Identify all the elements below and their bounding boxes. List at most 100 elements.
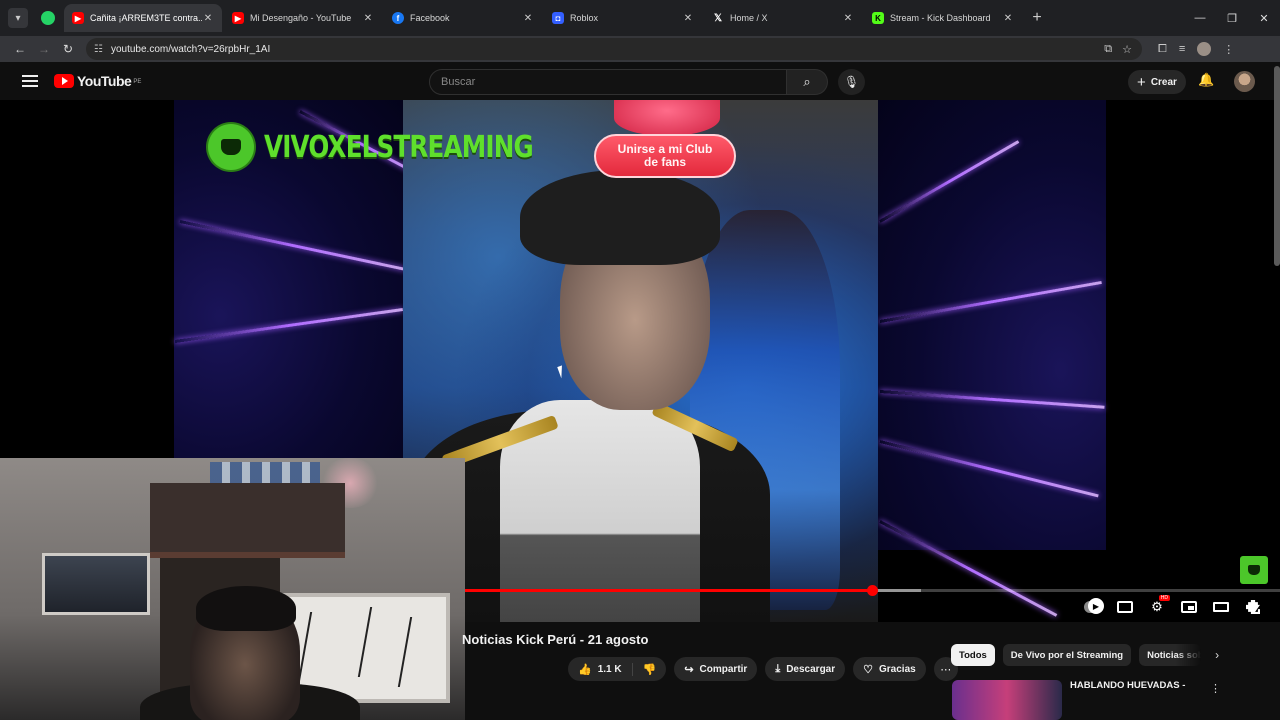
fanclub-mascot [614, 100, 720, 136]
share-button[interactable]: ↪ Compartir [674, 657, 758, 681]
like-dislike-group: 👍 1.1 K 👎 [568, 657, 667, 681]
install-app-icon[interactable]: ⧉ [1104, 43, 1112, 56]
download-icon: ⤓ [775, 662, 781, 675]
tab-close-icon[interactable]: ✕ [1002, 13, 1014, 24]
back-arrow-icon[interactable]: ← [8, 42, 32, 56]
webcam-person-hair [196, 586, 296, 631]
search-input[interactable]: Buscar [429, 69, 787, 95]
chip-noticias[interactable]: Noticias sobre [1139, 644, 1202, 666]
settings-button[interactable]: ⚙ HD [1148, 595, 1170, 616]
streamer-cap [520, 170, 720, 265]
chip-todos[interactable]: Todos [951, 644, 995, 666]
tab-roblox[interactable]: ◘ Roblox ✕ [544, 4, 702, 32]
webcam-shelf [150, 483, 345, 558]
browser-tab-strip: ▾ ▶ Cañita ¡ARREM3TE contra... ✕ ▶ Mi De… [0, 0, 1280, 36]
brand-plant-icon [208, 124, 254, 170]
create-label: Crear [1150, 76, 1177, 88]
whatsapp-icon [41, 11, 55, 25]
thumbs-down-icon: 👎 [642, 663, 657, 676]
autoplay-toggle[interactable] [1084, 598, 1104, 616]
roblox-favicon-icon: ◘ [552, 12, 564, 24]
download-label: Descargar [786, 663, 836, 675]
media-controls-icon[interactable]: ≡ [1179, 43, 1185, 55]
reload-icon[interactable]: ↻ [56, 42, 80, 56]
browser-menu-icon[interactable]: ⋮ [1223, 43, 1234, 56]
channel-brand-overlay: VIVOXELSTREAMING [208, 124, 592, 170]
youtube-favicon-icon: ▶ [232, 12, 244, 24]
facebook-favicon-icon: f [392, 12, 404, 24]
youtube-logo[interactable]: YouTube PE [54, 73, 141, 89]
page-scrollbar[interactable] [1274, 66, 1280, 266]
super-thanks-icon: ♡ [863, 663, 873, 676]
recommended-video[interactable]: HABLANDO HUEVADAS - [952, 680, 1185, 720]
profile-avatar[interactable] [1197, 42, 1212, 56]
webcam-window [42, 553, 150, 615]
youtube-masthead: YouTube PE Buscar ⌕ 🎙 + Crear 🔔 [0, 62, 1280, 100]
thanks-label: Gracias [879, 663, 916, 675]
share-arrow-icon: ↪ [684, 663, 694, 676]
url-text: youtube.com/watch?v=26rpbHr_1AI [110, 43, 271, 55]
brand-text: VIVOXELSTREAMING [264, 129, 534, 165]
thanks-button[interactable]: ♡ Gracias [853, 657, 926, 681]
recommended-title[interactable]: HABLANDO HUEVADAS - [1070, 680, 1185, 720]
youtube-play-icon [54, 74, 74, 88]
tab-title: Stream - Kick Dashboard [890, 13, 991, 23]
dislike-button[interactable]: 👎 [633, 663, 667, 676]
scrubber-handle[interactable] [867, 585, 878, 596]
x-favicon-icon: 𝕏 [713, 12, 723, 24]
bookmark-star-icon[interactable]: ☆ [1122, 43, 1132, 56]
chip-de-vivo[interactable]: De Vivo por el Streaming [1002, 644, 1132, 666]
tab-title: Home / X [730, 13, 768, 23]
progress-bar[interactable] [464, 585, 1280, 596]
tab-close-icon[interactable]: ✕ [842, 13, 854, 24]
url-bar[interactable]: ☷ youtube.com/watch?v=26rpbHr_1AI ⧉ ☆ [86, 38, 1142, 60]
notifications-bell-icon[interactable]: 🔔 [1198, 72, 1214, 88]
player-controls: ⚙HD [1084, 595, 1262, 616]
chevron-right-icon[interactable]: › [1215, 648, 1219, 662]
minimize-button[interactable]: — [1184, 0, 1216, 36]
tab-youtube-desengano[interactable]: ▶ Mi Desengaño - YouTube ✕ [224, 4, 382, 32]
recommended-more-icon[interactable]: ⋮ [1210, 682, 1221, 695]
channel-watermark-icon[interactable] [1240, 556, 1268, 584]
download-button[interactable]: ⤓ Descargar [765, 657, 846, 681]
video-title: Noticias Kick Perú - 21 agosto [462, 632, 649, 647]
restore-button[interactable]: ❐ [1216, 0, 1248, 36]
account-avatar[interactable] [1234, 71, 1255, 92]
tab-close-icon[interactable]: ✕ [202, 13, 214, 24]
video-actions: 👍 1.1 K 👎 ↪ Compartir ⤓ Descargar ♡ Grac… [568, 657, 958, 681]
address-toolbar: ← → ↻ ☷ youtube.com/watch?v=26rpbHr_1AI … [0, 36, 1280, 62]
recommendation-chips: Todos De Vivo por el Streaming Noticias … [951, 644, 1219, 666]
tab-close-icon[interactable]: ✕ [362, 13, 374, 24]
create-button[interactable]: + Crear [1128, 70, 1186, 94]
logo-text: YouTube [77, 73, 132, 89]
window-close-button[interactable]: ✕ [1248, 0, 1280, 36]
tab-close-icon[interactable]: ✕ [682, 13, 694, 24]
subtitles-button[interactable] [1116, 598, 1134, 616]
fullscreen-button[interactable] [1244, 598, 1262, 616]
hamburger-menu-icon[interactable] [22, 75, 38, 87]
fullscreen-icon [1246, 600, 1260, 614]
site-info-icon[interactable]: ☷ [94, 44, 103, 55]
recommended-thumbnail[interactable] [952, 680, 1062, 720]
like-button[interactable]: 👍 1.1 K [568, 662, 633, 676]
tab-title: Facebook [410, 13, 450, 23]
extensions-icon[interactable]: ⧠ [1158, 43, 1167, 56]
forward-arrow-icon[interactable]: → [32, 42, 56, 56]
pinned-tab-whatsapp[interactable] [34, 4, 62, 32]
theater-icon [1213, 602, 1229, 612]
microphone-icon[interactable]: 🎙 [838, 69, 865, 95]
like-count: 1.1 K [597, 663, 622, 675]
plus-icon: + [1137, 73, 1146, 91]
new-tab-button[interactable]: + [1026, 9, 1048, 27]
search-icon[interactable]: ⌕ [787, 69, 828, 95]
tab-facebook[interactable]: f Facebook ✕ [384, 4, 542, 32]
theater-mode-button[interactable] [1212, 598, 1230, 616]
tab-x-home[interactable]: 𝕏 Home / X ✕ [704, 4, 862, 32]
miniplayer-button[interactable] [1180, 598, 1198, 616]
tab-search-icon[interactable]: ▾ [8, 8, 28, 28]
fanclub-overlay: Unirse a mi Club de fans [594, 134, 736, 178]
tab-youtube-canita[interactable]: ▶ Cañita ¡ARREM3TE contra... ✕ [64, 4, 222, 32]
tab-kick-dashboard[interactable]: K Stream - Kick Dashboard ✕ [864, 4, 1022, 32]
autoplay-icon [1084, 598, 1104, 614]
tab-close-icon[interactable]: ✕ [522, 13, 534, 24]
